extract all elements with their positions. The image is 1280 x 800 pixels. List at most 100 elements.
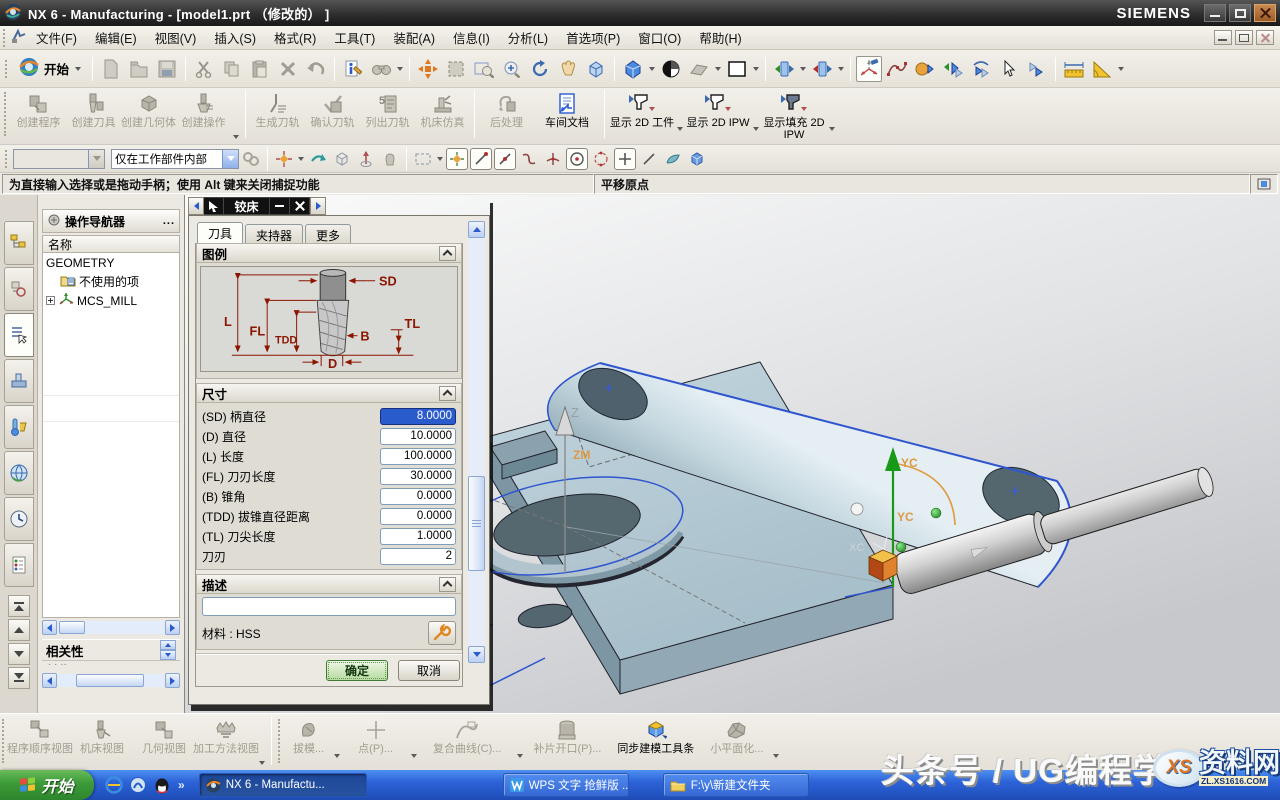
- machine-navigator-tab[interactable]: [4, 359, 34, 403]
- patch-opening-button[interactable]: 补片开口(P)...: [525, 717, 609, 755]
- doc-minimize-button[interactable]: [1214, 30, 1232, 45]
- snap-point-icon[interactable]: [614, 148, 636, 170]
- create-program-button[interactable]: 创建程序: [11, 90, 66, 142]
- wire-cube-icon[interactable]: [331, 148, 353, 170]
- menu-preferences[interactable]: 首选项(P): [557, 26, 629, 49]
- web-browser-tab[interactable]: [4, 451, 34, 495]
- perspective-cube-icon[interactable]: [583, 56, 609, 82]
- tab-more[interactable]: 更多: [305, 224, 351, 243]
- menu-help[interactable]: 帮助(H): [690, 26, 750, 49]
- face-dropdown-icon[interactable]: [715, 67, 721, 71]
- rotate-view-icon[interactable]: [527, 56, 553, 82]
- tab-tool[interactable]: 刀具: [197, 222, 243, 243]
- material-library-button[interactable]: [428, 621, 456, 645]
- selbar-grip[interactable]: [5, 150, 10, 168]
- diameter-input[interactable]: [380, 428, 456, 445]
- history-tab[interactable]: [4, 497, 34, 541]
- show-filled-2d-ipw-button[interactable]: 显示填充 2D IPW: [761, 90, 827, 142]
- create-operation-button[interactable]: 创建操作: [176, 90, 231, 142]
- synchronous-modeling-button[interactable]: 同步建模工具条: [609, 717, 702, 755]
- dialog-pointer-icon[interactable]: [204, 197, 224, 215]
- snap-handles-icon[interactable]: [912, 56, 938, 82]
- snap-center-icon[interactable]: [566, 148, 588, 170]
- expand-icon[interactable]: [46, 296, 55, 305]
- tree-row-mcs-mill[interactable]: MCS_MILL: [43, 291, 179, 310]
- menu-analysis[interactable]: 分析(L): [499, 26, 557, 49]
- dialog-scrollbar[interactable]: [468, 221, 485, 663]
- navigator-more-button[interactable]: ...: [163, 215, 175, 227]
- assembly-navigator-tab[interactable]: [4, 221, 34, 265]
- doc-close-button[interactable]: [1256, 30, 1274, 45]
- spline-icon[interactable]: [884, 56, 910, 82]
- program-order-view-button[interactable]: 程序顺序视图: [9, 717, 71, 755]
- information-icon[interactable]: [340, 56, 366, 82]
- tree-row-unused[interactable]: 不使用的项: [43, 272, 179, 291]
- restore-button[interactable]: [1229, 4, 1251, 22]
- snap-midpoint-icon[interactable]: [494, 148, 516, 170]
- navigator-hscrollbar[interactable]: [42, 620, 180, 635]
- snap-intersection-icon[interactable]: [542, 148, 564, 170]
- snap-endpoint-icon[interactable]: [470, 148, 492, 170]
- snap-enable-icon[interactable]: [446, 148, 468, 170]
- clip-window-icon[interactable]: [1250, 174, 1278, 194]
- qq-icon[interactable]: [152, 775, 172, 795]
- save-icon[interactable]: [154, 56, 180, 82]
- rect-select-icon[interactable]: [412, 148, 434, 170]
- selection-scope-combo[interactable]: 仅在工作部件内部: [111, 149, 239, 169]
- dimensions-group-header[interactable]: 尺寸: [196, 383, 462, 403]
- modeling-toolbar-grip[interactable]: [278, 719, 283, 763]
- create-tool-button[interactable]: 创建刀具: [66, 90, 121, 142]
- navigator-column-header[interactable]: 名称: [42, 235, 180, 253]
- dialog-minimize-icon[interactable]: [270, 197, 290, 215]
- minimize-button[interactable]: [1204, 4, 1226, 22]
- hscroll-thumb[interactable]: [59, 621, 85, 634]
- tree-row-geometry[interactable]: GEOMETRY: [43, 253, 179, 272]
- cut-icon[interactable]: [191, 56, 217, 82]
- dependencies-hscrollbar[interactable]: [42, 673, 180, 688]
- machine-tool-view-button[interactable]: 机床视图: [71, 717, 133, 755]
- snap-menu-dropdown-icon[interactable]: [298, 157, 304, 161]
- taper-angle-input[interactable]: [380, 488, 456, 505]
- chain-select-icon[interactable]: [240, 148, 262, 170]
- geometry-view-button[interactable]: 几何视图: [133, 717, 195, 755]
- background-dropdown-icon[interactable]: [753, 67, 759, 71]
- delete-icon[interactable]: [275, 56, 301, 82]
- window-new-icon[interactable]: [771, 56, 797, 82]
- taper-distance-input[interactable]: [380, 508, 456, 525]
- dep-hscroll-left-icon[interactable]: [42, 673, 57, 688]
- handle-swap-icon[interactable]: [1024, 56, 1050, 82]
- scroll-bottom-button[interactable]: [8, 667, 30, 689]
- generate-toolpath-button[interactable]: 生成刀轨: [250, 90, 305, 142]
- window-swap-icon[interactable]: [809, 56, 835, 82]
- navigator-header[interactable]: 操作导航器 ...: [42, 209, 180, 233]
- facet-body-button[interactable]: 小平面化...: [702, 717, 771, 755]
- find-dropdown-icon[interactable]: [397, 67, 403, 71]
- show2dipw-dropdown-icon[interactable]: [753, 127, 759, 131]
- taskbar-item-wps[interactable]: WPS 文字 抢鲜版 ...: [503, 773, 629, 797]
- dep-hscroll-right-icon[interactable]: [165, 673, 180, 688]
- menu-tools[interactable]: 工具(T): [325, 26, 384, 49]
- rotate-handle-ball2[interactable]: [896, 542, 906, 552]
- paste-icon[interactable]: [247, 56, 273, 82]
- open-file-icon[interactable]: [126, 56, 152, 82]
- length-input[interactable]: [380, 448, 456, 465]
- palette-tab[interactable]: [4, 543, 34, 587]
- zoom-rect-icon[interactable]: [471, 56, 497, 82]
- dependencies-header[interactable]: 相关性: [42, 639, 180, 661]
- start-dropdown-icon[interactable]: [75, 67, 81, 71]
- measure-dropdown-icon[interactable]: [1118, 67, 1124, 71]
- selection-filter-combo[interactable]: [13, 149, 105, 169]
- reuse-library-tab[interactable]: [4, 405, 34, 449]
- shaded-dropdown-icon[interactable]: [649, 67, 655, 71]
- rotate-handle-ball[interactable]: [931, 508, 941, 518]
- snap-point-menu-icon[interactable]: [273, 148, 295, 170]
- copy-icon[interactable]: [219, 56, 245, 82]
- rotate-handles-icon[interactable]: [968, 56, 994, 82]
- scope-dropdown-icon[interactable]: [222, 150, 238, 168]
- description-group-header[interactable]: 描述: [196, 574, 462, 594]
- cursor-select-icon[interactable]: [996, 56, 1022, 82]
- description-collapse-icon[interactable]: [439, 577, 456, 592]
- measure-distance-icon[interactable]: [1061, 56, 1087, 82]
- scroll-up-button[interactable]: [8, 619, 30, 641]
- snap-face-icon[interactable]: [662, 148, 684, 170]
